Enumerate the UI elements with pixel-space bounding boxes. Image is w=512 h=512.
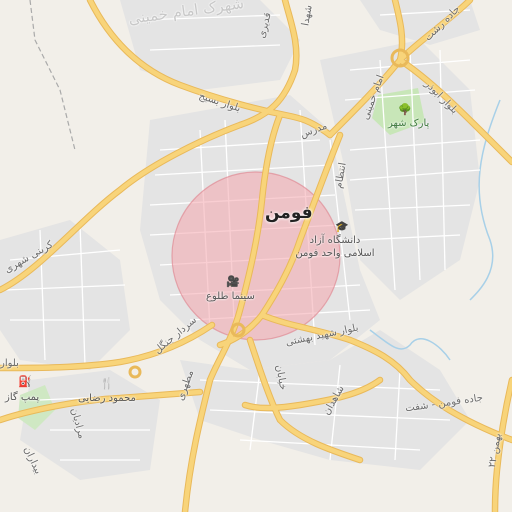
fuel-pump-icon[interactable]: ⛽ <box>18 376 32 388</box>
label-park: پارک شهر <box>388 118 430 129</box>
camera-icon[interactable]: 🎥 <box>226 276 240 288</box>
graduation-cap-icon[interactable]: 🎓 <box>335 221 349 233</box>
label-blvd-west: بلوار <box>0 358 19 369</box>
boundary-line <box>29 0 76 151</box>
fork-knife-icon[interactable]: 🍴 <box>100 378 114 390</box>
tree-icon[interactable]: 🌳 <box>398 104 412 116</box>
city-label: فومن <box>265 203 313 223</box>
label-gas-station: پمپ گاز <box>5 392 40 403</box>
label-restaurant: محمود رضایی <box>78 393 136 404</box>
map-view[interactable]: شهرک امام خمینی شهدا قدیری امام خمینی جا… <box>0 0 512 512</box>
label-cinema: سینما طلوع <box>206 291 255 302</box>
label-university: دانشگاه آزاد اسلامی واحد فومن <box>295 235 375 259</box>
